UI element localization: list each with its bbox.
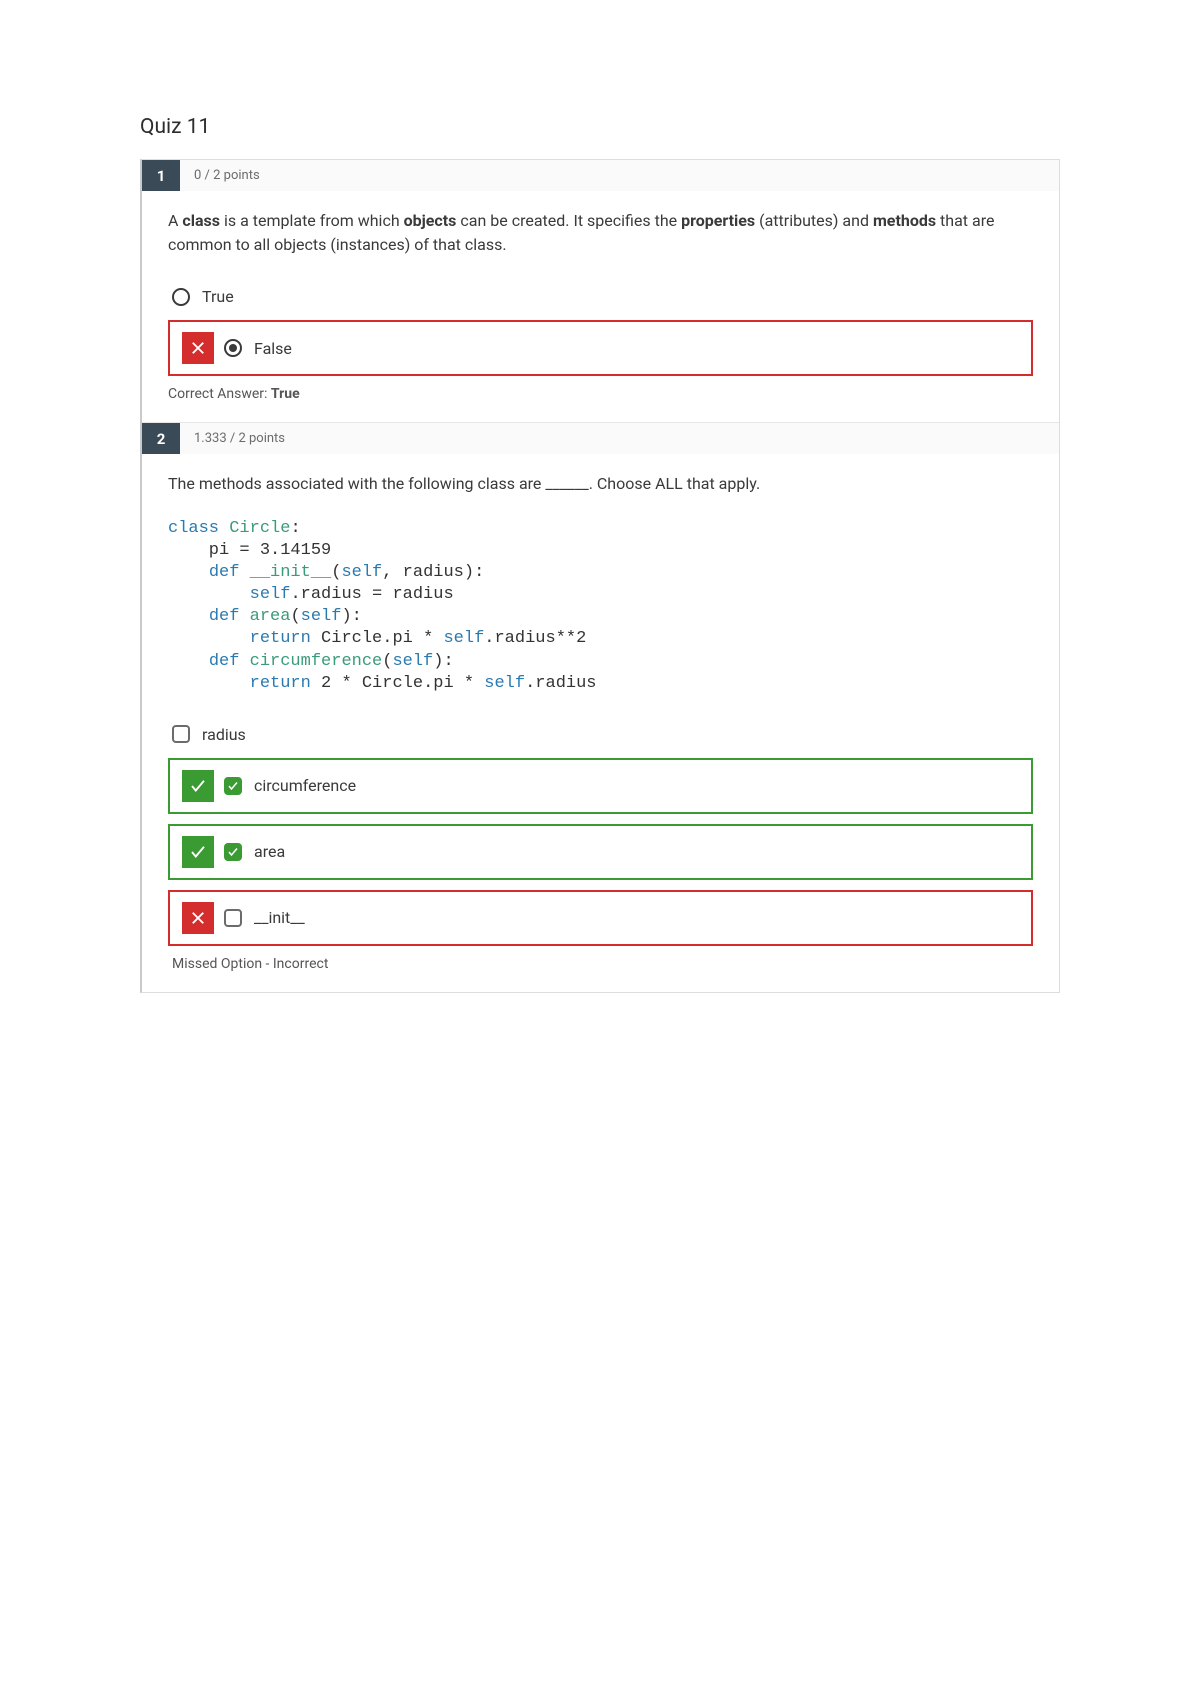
page-title: Quiz 11	[140, 115, 1060, 139]
check-icon	[182, 836, 214, 868]
question-points: 0 / 2 points	[180, 160, 274, 191]
checkbox-icon	[172, 725, 190, 743]
code-block: class Circle: pi = 3.14159 def __init__(…	[168, 518, 1033, 695]
answer-option-circumference[interactable]: circumference	[168, 758, 1033, 814]
x-icon	[182, 332, 214, 364]
checkbox-icon	[224, 777, 242, 795]
answer-label: area	[254, 842, 285, 861]
answer-option-init[interactable]: __init__	[168, 890, 1033, 946]
x-icon	[182, 902, 214, 934]
question-body: A class is a template from which objects…	[142, 191, 1059, 422]
answer-label: False	[254, 339, 292, 358]
checkbox-icon	[224, 909, 242, 927]
checkbox-icon	[224, 843, 242, 861]
radio-icon	[172, 288, 190, 306]
answer-label: radius	[202, 725, 246, 744]
answer-label: circumference	[254, 776, 356, 795]
answer-label: True	[202, 287, 234, 306]
question-number: 1	[142, 160, 180, 191]
question-header: 2 1.333 / 2 points	[142, 423, 1059, 454]
radio-icon	[224, 339, 242, 357]
question-1: 1 0 / 2 points A class is a template fro…	[142, 160, 1059, 423]
question-number: 2	[142, 423, 180, 454]
answers: True False	[168, 279, 1033, 376]
answer-option-area[interactable]: area	[168, 824, 1033, 880]
feedback-note: Missed Option - Incorrect	[168, 956, 1033, 972]
answer-label: __init__	[254, 908, 305, 927]
answer-option-false[interactable]: False	[168, 320, 1033, 376]
question-prompt: A class is a template from which objects…	[168, 209, 1033, 257]
question-body: The methods associated with the followin…	[142, 454, 1059, 992]
answer-option-radius[interactable]: radius	[168, 717, 1033, 758]
question-header: 1 0 / 2 points	[142, 160, 1059, 191]
answers: radius circumference area	[168, 717, 1033, 946]
question-2: 2 1.333 / 2 points The methods associate…	[142, 423, 1059, 992]
question-prompt: The methods associated with the followin…	[168, 472, 1033, 496]
quiz-container: 1 0 / 2 points A class is a template fro…	[140, 159, 1060, 993]
correct-answer: Correct Answer: True	[168, 386, 1033, 402]
question-points: 1.333 / 2 points	[180, 423, 299, 454]
answer-option-true[interactable]: True	[168, 279, 1033, 320]
check-icon	[182, 770, 214, 802]
